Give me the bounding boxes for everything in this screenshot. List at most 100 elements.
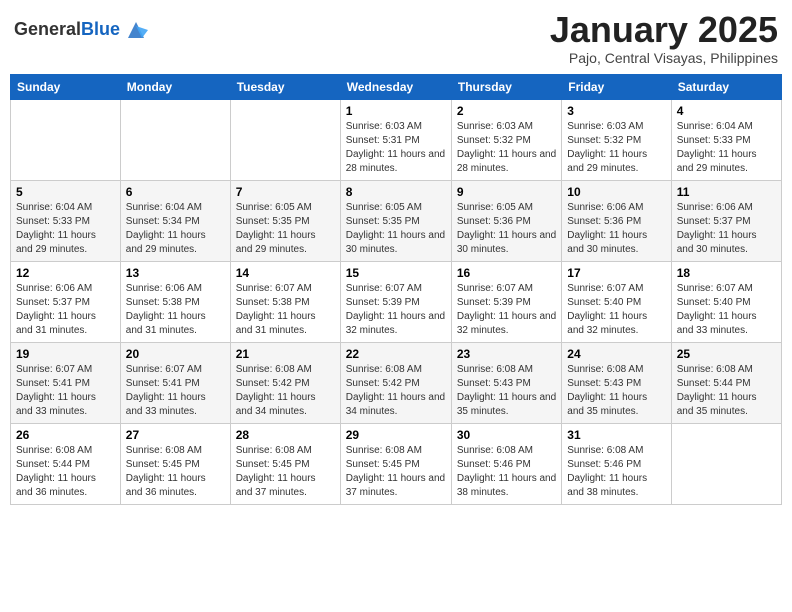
day-info: Sunrise: 6:08 AM Sunset: 5:42 PM Dayligh… <box>346 363 446 419</box>
header: GeneralBlue January 2025 Pajo, Central V… <box>10 10 782 66</box>
day-number: 14 <box>236 266 335 280</box>
day-number: 29 <box>346 428 446 442</box>
day-number: 18 <box>677 266 776 280</box>
day-number: 26 <box>16 428 115 442</box>
day-info: Sunrise: 6:05 AM Sunset: 5:36 PM Dayligh… <box>457 201 556 257</box>
day-info: Sunrise: 6:06 AM Sunset: 5:37 PM Dayligh… <box>677 201 776 257</box>
weekday-header-saturday: Saturday <box>671 74 781 99</box>
day-info: Sunrise: 6:07 AM Sunset: 5:40 PM Dayligh… <box>567 282 665 338</box>
week-row-5: 26 Sunrise: 6:08 AM Sunset: 5:44 PM Dayli… <box>11 423 782 504</box>
day-info: Sunrise: 6:05 AM Sunset: 5:35 PM Dayligh… <box>236 201 335 257</box>
calendar-cell: 31 Sunrise: 6:08 AM Sunset: 5:46 PM Dayli… <box>562 423 671 504</box>
day-number: 23 <box>457 347 556 361</box>
weekday-header-friday: Friday <box>562 74 671 99</box>
calendar-cell: 13 Sunrise: 6:06 AM Sunset: 5:38 PM Dayli… <box>120 261 230 342</box>
calendar-cell: 23 Sunrise: 6:08 AM Sunset: 5:43 PM Dayli… <box>451 342 561 423</box>
day-info: Sunrise: 6:07 AM Sunset: 5:39 PM Dayligh… <box>457 282 556 338</box>
day-number: 15 <box>346 266 446 280</box>
calendar-cell: 1 Sunrise: 6:03 AM Sunset: 5:31 PM Daylig… <box>340 99 451 180</box>
weekday-header-monday: Monday <box>120 74 230 99</box>
day-number: 25 <box>677 347 776 361</box>
calendar-cell: 19 Sunrise: 6:07 AM Sunset: 5:41 PM Dayli… <box>11 342 121 423</box>
calendar-cell: 7Sunrise: 6:05 AM Sunset: 5:35 PM Daylig… <box>230 180 340 261</box>
day-info: Sunrise: 6:08 AM Sunset: 5:43 PM Dayligh… <box>457 363 556 419</box>
day-info: Sunrise: 6:03 AM Sunset: 5:31 PM Dayligh… <box>346 120 446 176</box>
day-number: 13 <box>126 266 225 280</box>
day-number: 21 <box>236 347 335 361</box>
calendar-cell: 4 Sunrise: 6:04 AM Sunset: 5:33 PM Daylig… <box>671 99 781 180</box>
calendar-cell: 10Sunrise: 6:06 AM Sunset: 5:36 PM Dayli… <box>562 180 671 261</box>
day-info: Sunrise: 6:08 AM Sunset: 5:44 PM Dayligh… <box>16 444 115 500</box>
logo-general-text: General <box>14 19 81 39</box>
calendar-cell: 8 Sunrise: 6:05 AM Sunset: 5:35 PM Daylig… <box>340 180 451 261</box>
calendar-cell: 3Sunrise: 6:03 AM Sunset: 5:32 PM Daylig… <box>562 99 671 180</box>
calendar-cell: 18 Sunrise: 6:07 AM Sunset: 5:40 PM Dayli… <box>671 261 781 342</box>
day-info: Sunrise: 6:04 AM Sunset: 5:33 PM Dayligh… <box>677 120 776 176</box>
weekday-header-thursday: Thursday <box>451 74 561 99</box>
day-info: Sunrise: 6:04 AM Sunset: 5:34 PM Dayligh… <box>126 201 225 257</box>
day-info: Sunrise: 6:03 AM Sunset: 5:32 PM Dayligh… <box>457 120 556 176</box>
day-info: Sunrise: 6:08 AM Sunset: 5:46 PM Dayligh… <box>457 444 556 500</box>
location-title: Pajo, Central Visayas, Philippines <box>550 50 778 66</box>
calendar-cell <box>230 99 340 180</box>
weekday-header-tuesday: Tuesday <box>230 74 340 99</box>
calendar-cell: 20Sunrise: 6:07 AM Sunset: 5:41 PM Dayli… <box>120 342 230 423</box>
calendar-cell: 11 Sunrise: 6:06 AM Sunset: 5:37 PM Dayli… <box>671 180 781 261</box>
logo-blue-text: Blue <box>81 19 120 39</box>
weekday-header-wednesday: Wednesday <box>340 74 451 99</box>
calendar-cell: 9 Sunrise: 6:05 AM Sunset: 5:36 PM Daylig… <box>451 180 561 261</box>
day-number: 1 <box>346 104 446 118</box>
calendar-cell: 24 Sunrise: 6:08 AM Sunset: 5:43 PM Dayli… <box>562 342 671 423</box>
weekday-header-sunday: Sunday <box>11 74 121 99</box>
logo-icon <box>122 16 150 44</box>
calendar-cell: 26 Sunrise: 6:08 AM Sunset: 5:44 PM Dayli… <box>11 423 121 504</box>
day-info: Sunrise: 6:06 AM Sunset: 5:36 PM Dayligh… <box>567 201 665 257</box>
day-number: 19 <box>16 347 115 361</box>
day-info: Sunrise: 6:08 AM Sunset: 5:42 PM Dayligh… <box>236 363 335 419</box>
day-number: 27 <box>126 428 225 442</box>
day-info: Sunrise: 6:06 AM Sunset: 5:37 PM Dayligh… <box>16 282 115 338</box>
calendar-cell: 29Sunrise: 6:08 AM Sunset: 5:45 PM Dayli… <box>340 423 451 504</box>
day-info: Sunrise: 6:07 AM Sunset: 5:39 PM Dayligh… <box>346 282 446 338</box>
day-number: 31 <box>567 428 665 442</box>
calendar-cell: 5Sunrise: 6:04 AM Sunset: 5:33 PM Daylig… <box>11 180 121 261</box>
day-info: Sunrise: 6:08 AM Sunset: 5:46 PM Dayligh… <box>567 444 665 500</box>
calendar-cell: 12 Sunrise: 6:06 AM Sunset: 5:37 PM Dayli… <box>11 261 121 342</box>
calendar-cell: 2 Sunrise: 6:03 AM Sunset: 5:32 PM Daylig… <box>451 99 561 180</box>
month-title: January 2025 <box>550 10 778 50</box>
calendar-cell: 28Sunrise: 6:08 AM Sunset: 5:45 PM Dayli… <box>230 423 340 504</box>
day-info: Sunrise: 6:05 AM Sunset: 5:35 PM Dayligh… <box>346 201 446 257</box>
day-number: 11 <box>677 185 776 199</box>
calendar-cell: 25 Sunrise: 6:08 AM Sunset: 5:44 PM Dayli… <box>671 342 781 423</box>
day-number: 6 <box>126 185 225 199</box>
weekday-header-row: SundayMondayTuesdayWednesdayThursdayFrid… <box>11 74 782 99</box>
week-row-2: 5Sunrise: 6:04 AM Sunset: 5:33 PM Daylig… <box>11 180 782 261</box>
day-number: 17 <box>567 266 665 280</box>
calendar-cell: 6 Sunrise: 6:04 AM Sunset: 5:34 PM Daylig… <box>120 180 230 261</box>
week-row-4: 19 Sunrise: 6:07 AM Sunset: 5:41 PM Dayli… <box>11 342 782 423</box>
day-number: 12 <box>16 266 115 280</box>
day-info: Sunrise: 6:08 AM Sunset: 5:43 PM Dayligh… <box>567 363 665 419</box>
day-number: 16 <box>457 266 556 280</box>
day-number: 2 <box>457 104 556 118</box>
title-area: January 2025 Pajo, Central Visayas, Phil… <box>550 10 778 66</box>
calendar-cell: 21 Sunrise: 6:08 AM Sunset: 5:42 PM Dayli… <box>230 342 340 423</box>
calendar-cell: 16 Sunrise: 6:07 AM Sunset: 5:39 PM Dayli… <box>451 261 561 342</box>
day-number: 4 <box>677 104 776 118</box>
calendar-cell: 22 Sunrise: 6:08 AM Sunset: 5:42 PM Dayli… <box>340 342 451 423</box>
day-info: Sunrise: 6:08 AM Sunset: 5:45 PM Dayligh… <box>126 444 225 500</box>
day-number: 22 <box>346 347 446 361</box>
day-number: 9 <box>457 185 556 199</box>
calendar-cell: 17 Sunrise: 6:07 AM Sunset: 5:40 PM Dayli… <box>562 261 671 342</box>
day-info: Sunrise: 6:07 AM Sunset: 5:38 PM Dayligh… <box>236 282 335 338</box>
day-info: Sunrise: 6:08 AM Sunset: 5:45 PM Dayligh… <box>236 444 335 500</box>
day-number: 3 <box>567 104 665 118</box>
day-number: 8 <box>346 185 446 199</box>
calendar-cell <box>11 99 121 180</box>
day-info: Sunrise: 6:06 AM Sunset: 5:38 PM Dayligh… <box>126 282 225 338</box>
day-info: Sunrise: 6:08 AM Sunset: 5:44 PM Dayligh… <box>677 363 776 419</box>
day-number: 24 <box>567 347 665 361</box>
calendar-cell <box>120 99 230 180</box>
day-info: Sunrise: 6:07 AM Sunset: 5:40 PM Dayligh… <box>677 282 776 338</box>
day-info: Sunrise: 6:07 AM Sunset: 5:41 PM Dayligh… <box>16 363 115 419</box>
